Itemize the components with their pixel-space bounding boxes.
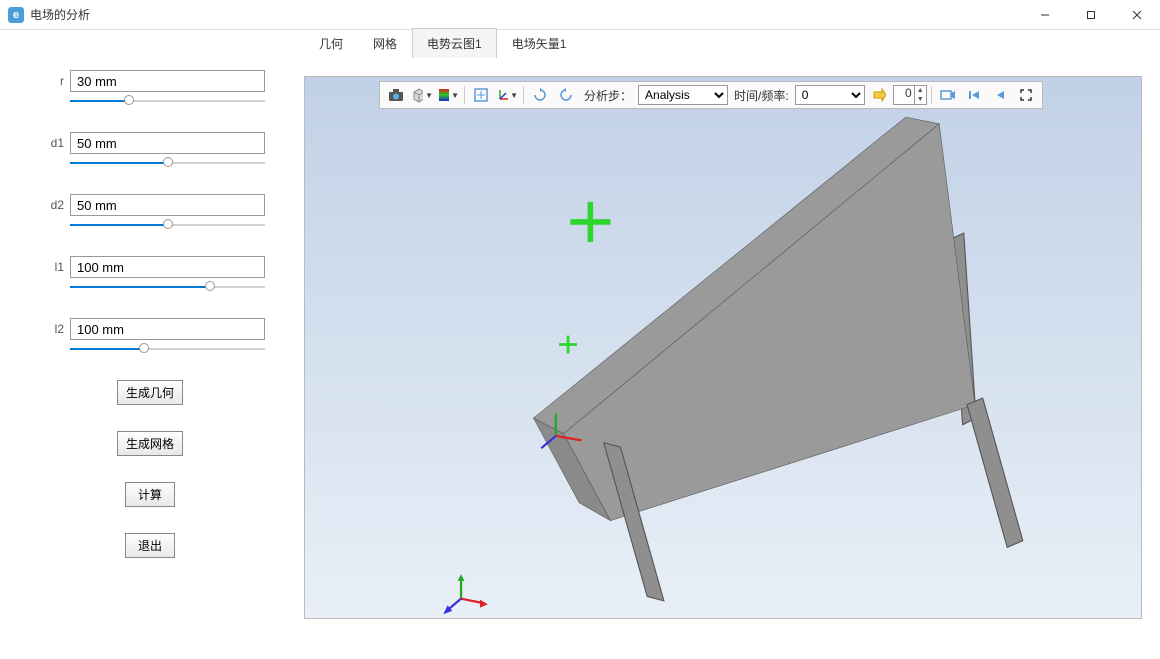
title-bar: e 电场的分析 bbox=[0, 0, 1160, 30]
compute-button[interactable]: 计算 bbox=[125, 482, 175, 507]
exit-button[interactable]: 退出 bbox=[125, 533, 175, 558]
tab-bar: 几何网格电势云图1电场矢量1 bbox=[300, 30, 1160, 58]
tab-网格[interactable]: 网格 bbox=[358, 28, 412, 58]
action-buttons: 生成几何 生成网格 计算 退出 bbox=[35, 380, 265, 558]
close-button[interactable] bbox=[1114, 0, 1160, 30]
param-label: l2 bbox=[35, 322, 70, 336]
generate-mesh-button[interactable]: 生成网格 bbox=[117, 431, 183, 456]
minimize-button[interactable] bbox=[1022, 0, 1068, 30]
param-input-l2[interactable] bbox=[70, 318, 265, 340]
param-input-d1[interactable] bbox=[70, 132, 265, 154]
param-slider-d1[interactable] bbox=[70, 156, 265, 170]
param-label: d2 bbox=[35, 198, 70, 212]
param-slider-d2[interactable] bbox=[70, 218, 265, 232]
viewport[interactable]: ▼ ▼ ▼ bbox=[304, 76, 1142, 619]
param-input-d2[interactable] bbox=[70, 194, 265, 216]
tab-电势云图1[interactable]: 电势云图1 bbox=[412, 28, 497, 58]
maximize-button[interactable] bbox=[1068, 0, 1114, 30]
tab-电场矢量1[interactable]: 电场矢量1 bbox=[497, 28, 582, 58]
viewport-wrap: ▼ ▼ ▼ bbox=[300, 58, 1160, 659]
generate-geometry-button[interactable]: 生成几何 bbox=[117, 380, 183, 405]
main-area: 几何网格电势云图1电场矢量1 ▼ ▼ bbox=[300, 30, 1160, 659]
model-canvas[interactable] bbox=[305, 77, 1141, 619]
param-label: r bbox=[35, 74, 70, 88]
tab-几何[interactable]: 几何 bbox=[304, 28, 358, 58]
param-label: d1 bbox=[35, 136, 70, 150]
param-slider-l2[interactable] bbox=[70, 342, 265, 356]
parameter-sidebar: r d1 d2 l1 l2 生成几何 生成网格 计算 退出 bbox=[0, 30, 300, 659]
param-input-l1[interactable] bbox=[70, 256, 265, 278]
param-slider-r[interactable] bbox=[70, 94, 265, 108]
param-label: l1 bbox=[35, 260, 70, 274]
param-input-r[interactable] bbox=[70, 70, 265, 92]
title-bar-left: e 电场的分析 bbox=[0, 6, 90, 23]
app-icon: e bbox=[8, 7, 24, 23]
window-controls bbox=[1022, 0, 1160, 30]
param-slider-l1[interactable] bbox=[70, 280, 265, 294]
window-title: 电场的分析 bbox=[30, 6, 90, 23]
content: r d1 d2 l1 l2 生成几何 生成网格 计算 退出 bbox=[0, 30, 1160, 659]
